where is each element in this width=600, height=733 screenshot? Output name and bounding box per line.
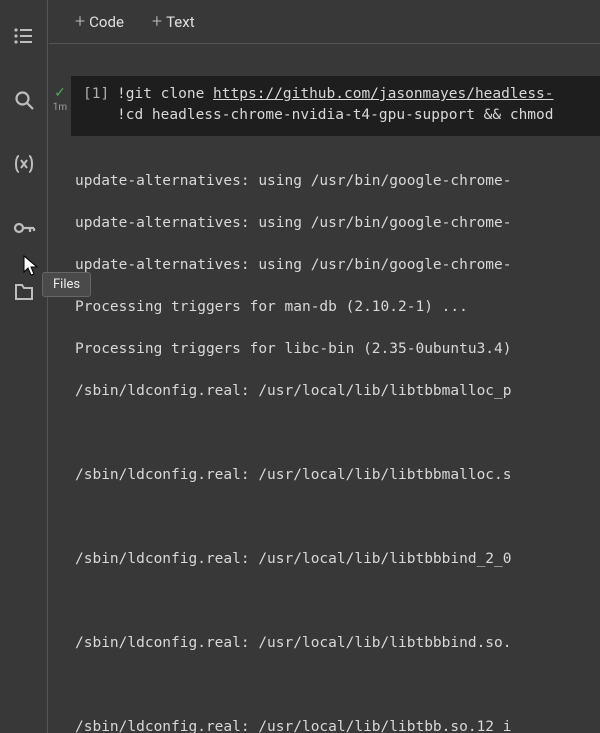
left-rail xyxy=(0,0,48,733)
search-icon[interactable] xyxy=(4,80,44,120)
toc-icon[interactable] xyxy=(4,16,44,56)
status-check-icon: ✓ xyxy=(54,86,66,100)
cell-prompt: [1] xyxy=(83,84,117,105)
add-text-label: Text xyxy=(166,13,195,31)
code-lines: !git clone https://github.com/jasonmayes… xyxy=(117,84,554,126)
files-icon[interactable] xyxy=(4,272,44,312)
add-text-button[interactable]: + Text xyxy=(140,5,207,38)
plus-icon: + xyxy=(152,11,162,32)
git-url: https://github.com/jasonmayes/headless- xyxy=(213,86,553,102)
add-code-label: Code xyxy=(89,13,124,31)
cell-body: [1]!git clone https://github.com/jasonma… xyxy=(71,44,600,733)
secrets-icon[interactable] xyxy=(4,208,44,248)
code-input[interactable]: [1]!git clone https://github.com/jasonma… xyxy=(71,76,600,136)
cell-toolbar: + Code + Text xyxy=(49,0,600,44)
cell-gutter[interactable]: ✓ 1m xyxy=(49,44,71,733)
notebook-cell: ✓ 1m [1]!git clone https://github.com/ja… xyxy=(49,44,600,733)
files-tooltip: Files xyxy=(42,272,91,297)
plus-icon: + xyxy=(75,11,85,32)
variables-icon[interactable] xyxy=(4,144,44,184)
main-area: + Code + Text ✓ 1m [1]!git clone https:/… xyxy=(49,0,600,733)
add-code-button[interactable]: + Code xyxy=(63,5,136,38)
mouse-cursor-icon xyxy=(22,254,42,278)
elapsed-time: 1m xyxy=(53,102,67,113)
cell-output: update-alternatives: using /usr/bin/goog… xyxy=(71,150,600,733)
